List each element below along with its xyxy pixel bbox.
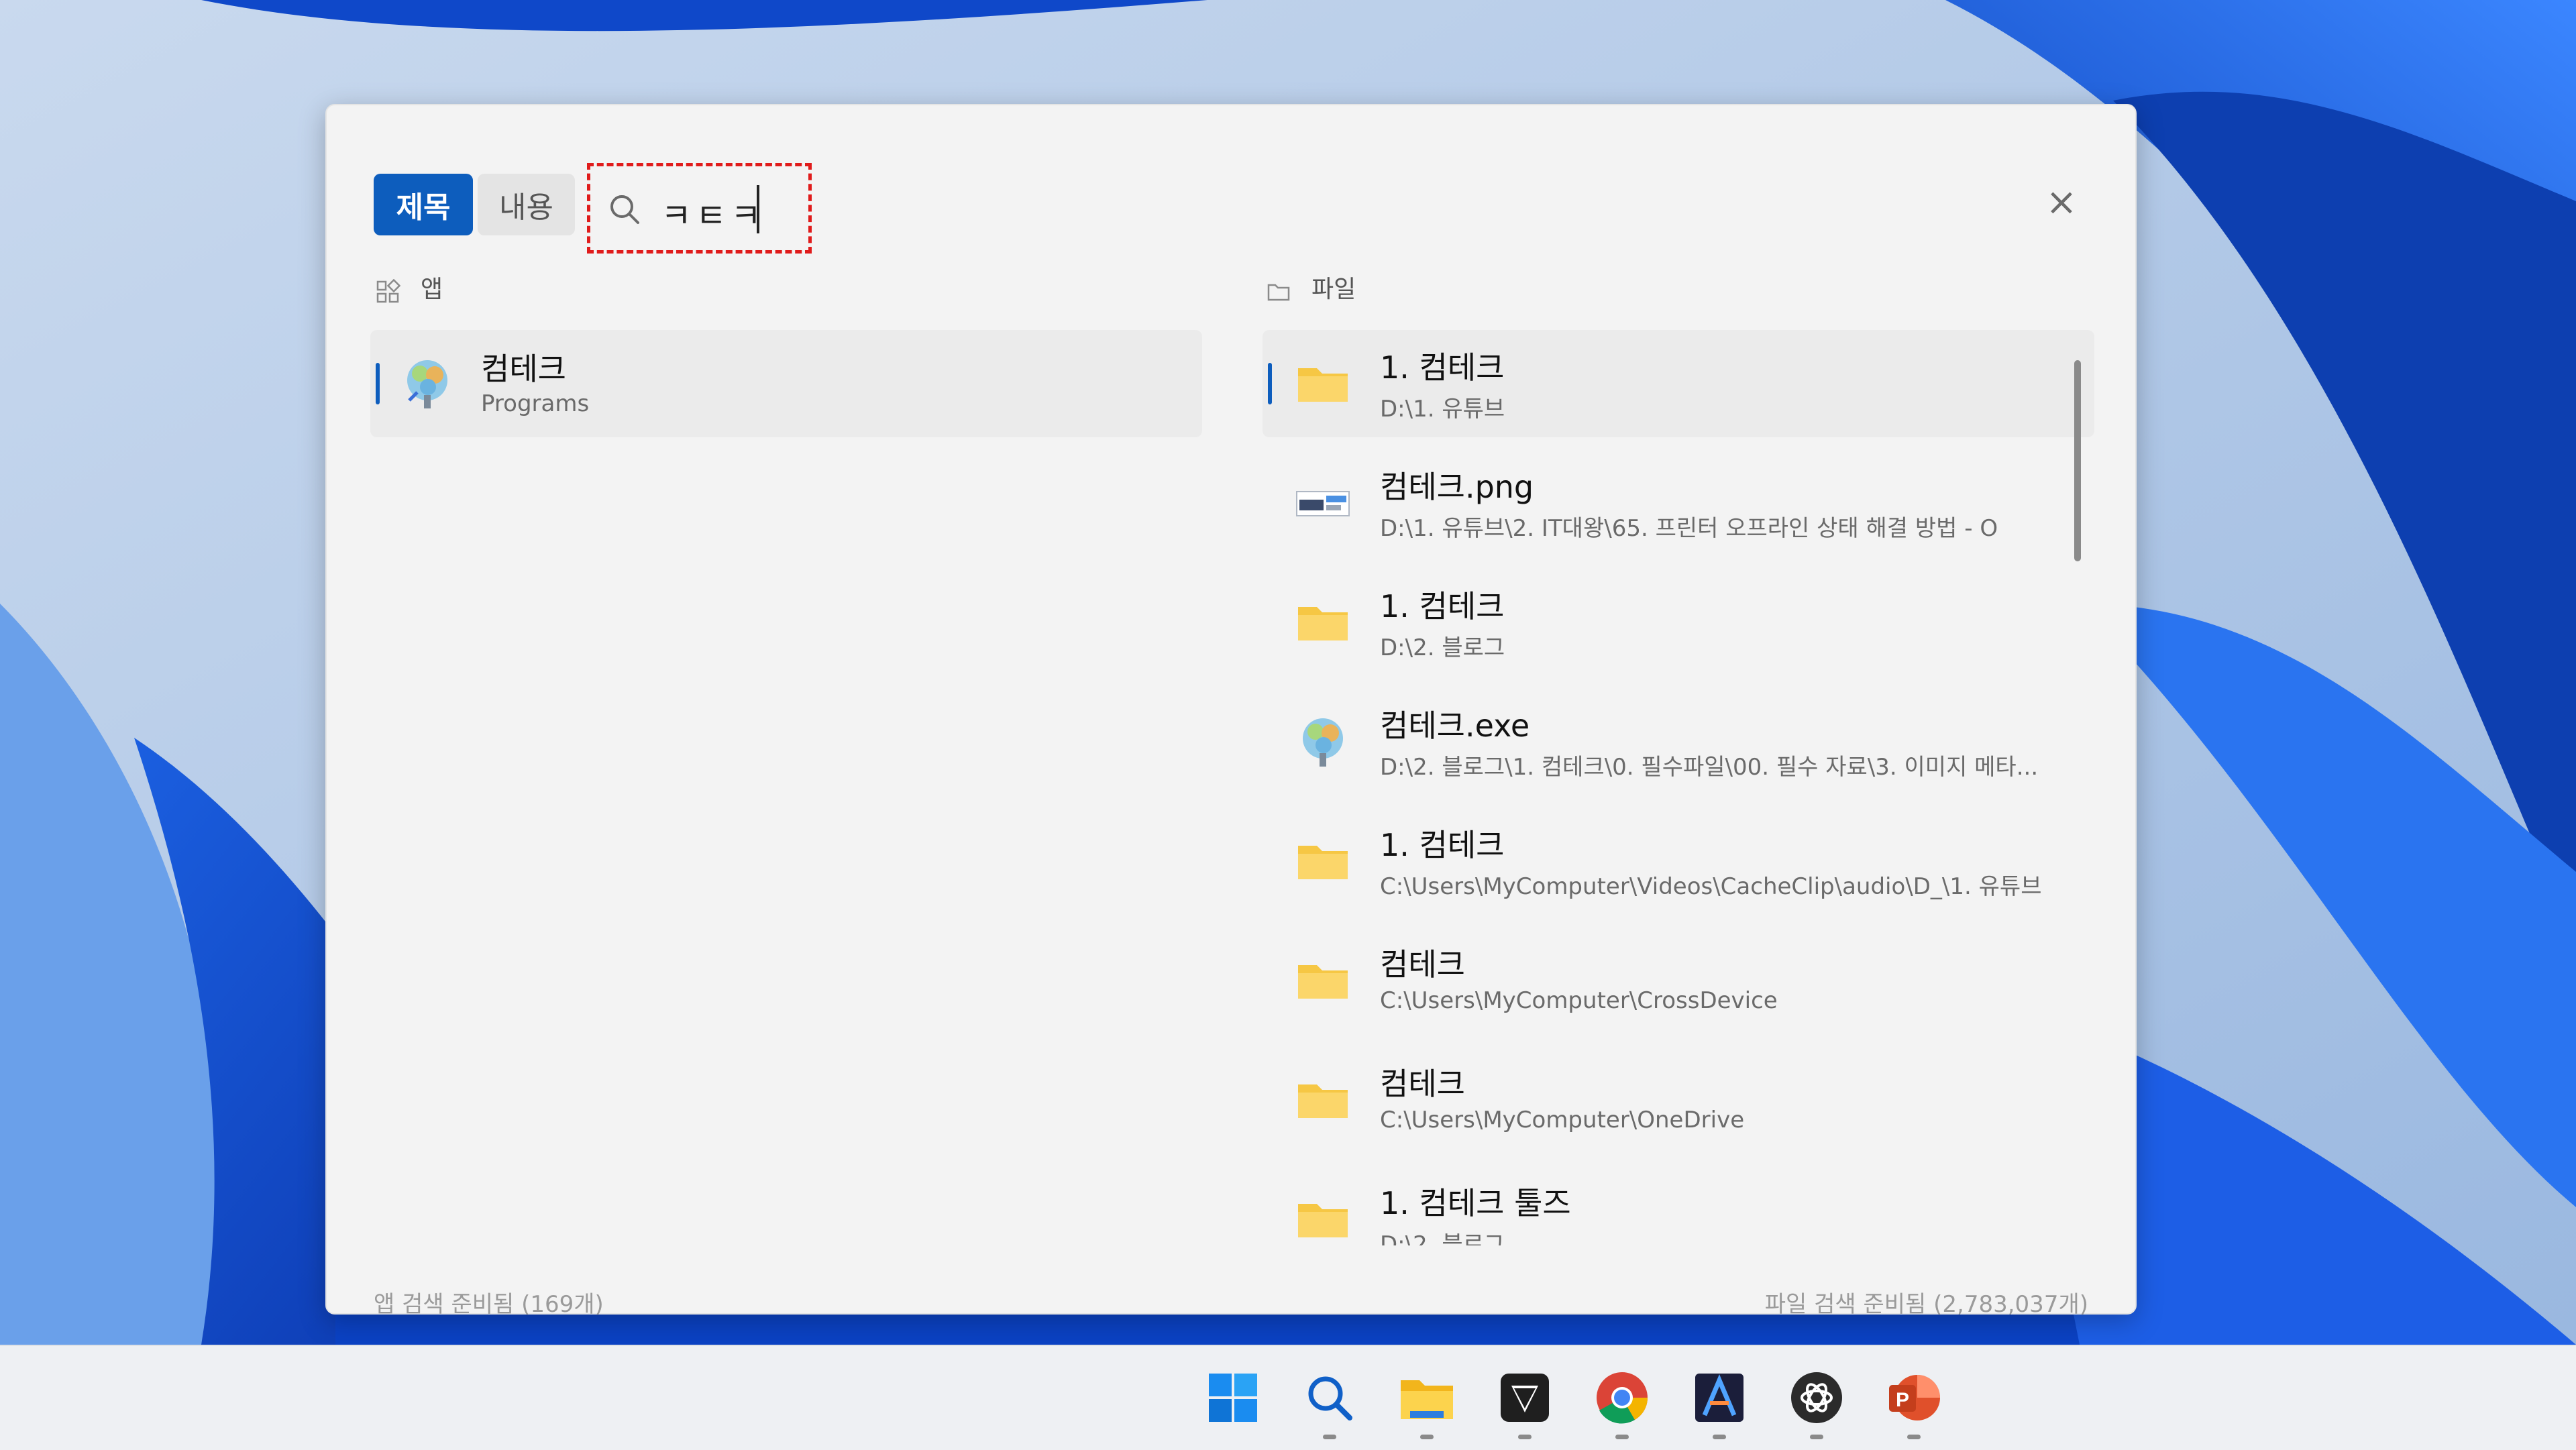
apps-header-label: 앱 — [421, 276, 443, 303]
folder-icon — [1298, 1084, 1348, 1118]
file-path: D:\1. 유튜브\2. IT대왕\65. 프린터 오프라인 상태 해결 방법 … — [1380, 515, 1998, 542]
file-path: D:\2. 블로그\1. 컴테크\0. 필수파일\00. 필수 자료\3. 이미… — [1380, 754, 2039, 781]
close-button[interactable]: × — [2041, 182, 2082, 223]
file-path: C:\Users\MyComputer\OneDrive — [1380, 1107, 1745, 1133]
tab-content[interactable]: 내용 — [478, 174, 575, 235]
file-result-item[interactable]: 컴테크 C:\Users\MyComputer\OneDrive — [1263, 1046, 2094, 1154]
text-caret — [757, 185, 759, 233]
chrome-icon[interactable] — [1592, 1368, 1652, 1428]
file-name: 컴테크 — [1380, 1066, 1465, 1102]
search-query: ㅋㅌㅋ — [661, 197, 765, 235]
image-thumbnail-icon — [1296, 491, 1350, 516]
taskbar-indicator — [1420, 1435, 1434, 1439]
chatgpt-icon[interactable] — [1786, 1368, 1847, 1428]
file-result-item[interactable]: 컴테크 C:\Users\MyComputer\CrossDevice — [1263, 927, 2094, 1034]
file-results-list[interactable]: 1. 컴테크 D:\1. 유튜브 컴테크.png D:\1. 유튜브\2. IT… — [1263, 330, 2104, 1245]
taskbar-indicator — [1713, 1435, 1726, 1439]
brain-app-icon — [407, 360, 447, 408]
taskbar-indicator — [1810, 1435, 1823, 1439]
app-category: Programs — [481, 390, 590, 417]
search-icon[interactable] — [1299, 1368, 1360, 1428]
apps-grid-icon — [376, 279, 400, 303]
file-result-item[interactable]: 1. 컴테크 D:\2. 블로그 — [1263, 569, 2094, 676]
brain-app-icon — [1303, 718, 1343, 767]
file-path: C:\Users\MyComputer\CrossDevice — [1380, 987, 1778, 1014]
taskbar-indicator — [1615, 1435, 1629, 1439]
file-name: 컴테크.exe — [1380, 708, 1530, 744]
files-status-text: 파일 검색 준비됨 (2,783,037개) — [1764, 1291, 2088, 1318]
search-input[interactable]: ㅋㅌㅋ — [587, 163, 812, 254]
folder-icon — [1298, 846, 1348, 879]
apps-section-header: 앱 — [375, 270, 443, 304]
files-section-header: 파일 — [1266, 270, 1356, 304]
folder-icon — [1298, 368, 1348, 402]
notion-icon[interactable] — [1495, 1368, 1555, 1428]
app-a-icon[interactable] — [1689, 1368, 1750, 1428]
taskbar-indicator — [1323, 1435, 1336, 1439]
search-window: 제목 내용 ㅋㅌㅋ × 앱 파일 컴테크 Programs 1. 컴테크 D:\… — [325, 104, 2137, 1318]
files-header-label: 파일 — [1311, 276, 1356, 303]
selection-indicator — [1268, 363, 1272, 404]
folder-icon — [1298, 607, 1348, 640]
file-result-item[interactable]: 1. 컴테크 툴즈 D:\2. 블로그 — [1263, 1166, 2094, 1245]
apps-status-text: 앱 검색 준비됨 (169개) — [374, 1291, 604, 1318]
file-name: 1. 컴테크 — [1380, 588, 1505, 624]
app-name: 컴테크 — [481, 351, 566, 387]
file-path: D:\1. 유튜브 — [1380, 396, 1505, 423]
selection-indicator — [376, 363, 380, 404]
file-result-item[interactable]: 1. 컴테크 C:\Users\MyComputer\Videos\CacheC… — [1263, 807, 2094, 915]
file-explorer-icon[interactable] — [1397, 1368, 1457, 1428]
file-result-item[interactable]: 1. 컴테크 D:\1. 유튜브 — [1263, 330, 2094, 437]
taskbar-indicator — [1518, 1435, 1532, 1439]
tab-title[interactable]: 제목 — [374, 174, 473, 235]
file-name: 1. 컴테크 — [1380, 349, 1505, 386]
file-name: 1. 컴테크 툴즈 — [1380, 1185, 1571, 1221]
file-path: D:\2. 블로그 — [1380, 634, 1505, 661]
folder-outline-icon — [1267, 284, 1290, 301]
file-result-item[interactable]: 컴테크.png D:\1. 유튜브\2. IT대왕\65. 프린터 오프라인 상… — [1263, 449, 2094, 557]
app-result-item[interactable]: 컴테크 Programs — [370, 330, 1202, 437]
file-path: C:\Users\MyComputer\Videos\CacheClip\aud… — [1380, 873, 2042, 900]
file-name: 1. 컴테크 — [1380, 827, 1505, 863]
svg-text:P: P — [1896, 1389, 1909, 1411]
folder-icon — [1298, 1204, 1348, 1237]
search-icon — [610, 195, 639, 224]
file-name: 컴테크 — [1380, 946, 1465, 983]
taskbar: P — [0, 1345, 2576, 1450]
file-result-item[interactable]: 컴테크.exe D:\2. 블로그\1. 컴테크\0. 필수파일\00. 필수 … — [1263, 688, 2094, 795]
file-list-scrollbar[interactable] — [2074, 360, 2081, 561]
windows-start-icon[interactable] — [1203, 1368, 1263, 1428]
taskbar-indicator — [1907, 1435, 1921, 1439]
file-path: D:\2. 블로그 — [1380, 1231, 1505, 1245]
folder-icon — [1298, 965, 1348, 999]
file-name: 컴테크.png — [1380, 469, 1534, 505]
powerpoint-icon[interactable]: P — [1884, 1368, 1944, 1428]
